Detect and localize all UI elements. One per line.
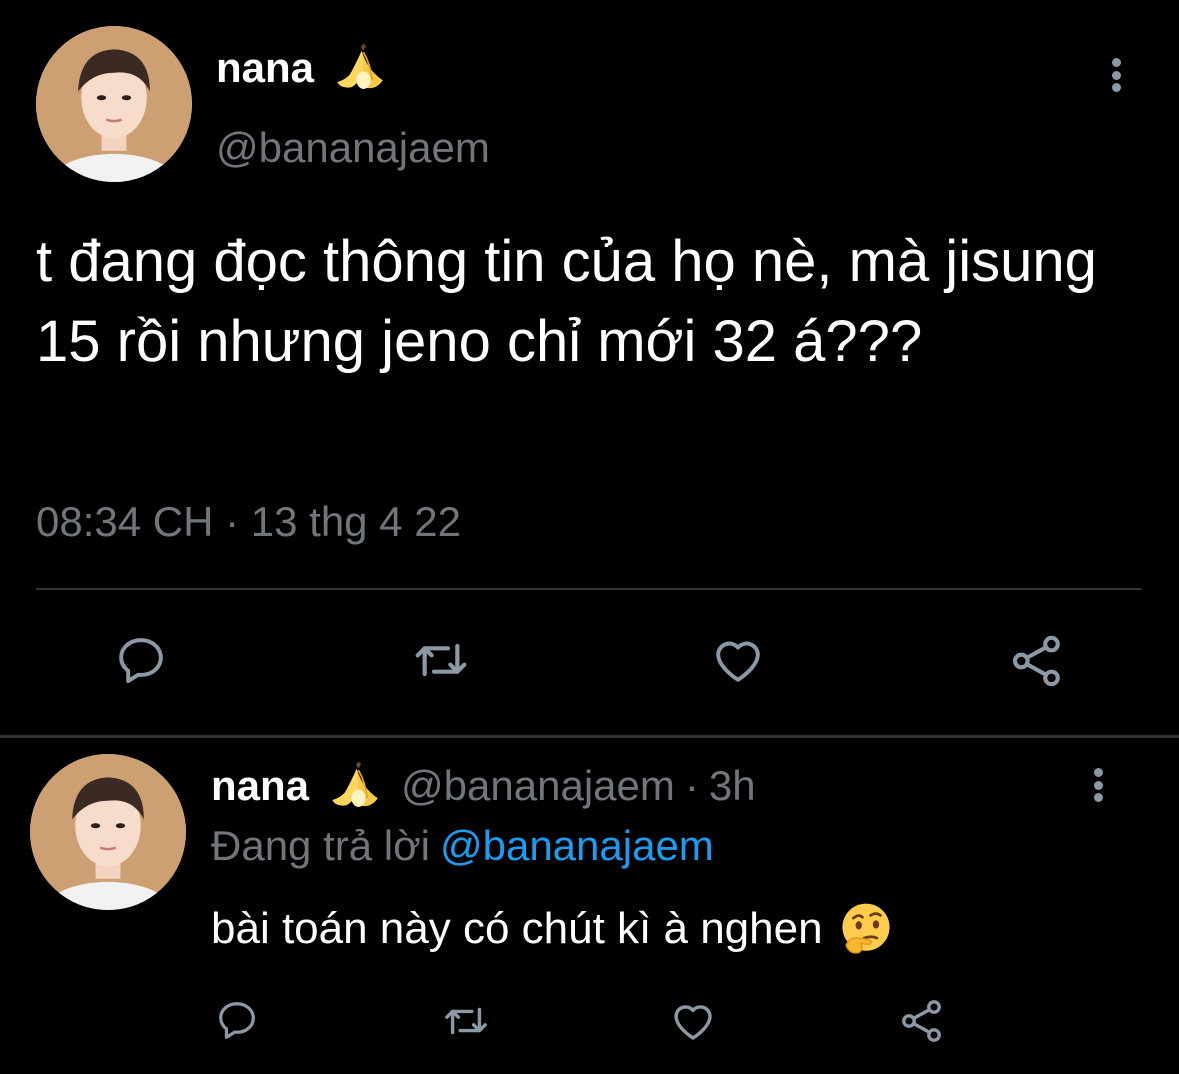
display-name[interactable]: nana bbox=[216, 44, 314, 92]
retweet-icon[interactable] bbox=[410, 632, 472, 688]
reply-text-row: bài toán này có chút kì à nghen bbox=[211, 900, 895, 958]
divider bbox=[0, 735, 1179, 738]
separator-dot: · bbox=[684, 762, 699, 809]
author-name-row: nana bbox=[216, 40, 388, 96]
banana-emoji-icon bbox=[332, 40, 388, 96]
avatar-photo bbox=[36, 26, 192, 182]
share-icon[interactable] bbox=[898, 996, 946, 1046]
retweet-icon[interactable] bbox=[440, 998, 492, 1044]
relative-time[interactable]: 3h bbox=[709, 762, 756, 810]
display-name[interactable]: nana bbox=[211, 762, 309, 810]
replying-label: Đang trả lời bbox=[211, 822, 430, 869]
reply-header: nana @bananajaem · 3h bbox=[211, 758, 756, 814]
tweet-thread-page: nana @bananajaem t đang đọc thông tin củ… bbox=[0, 0, 1179, 1074]
like-icon[interactable] bbox=[708, 632, 768, 688]
more-options-icon[interactable] bbox=[1092, 768, 1104, 802]
reply-icon[interactable] bbox=[214, 997, 260, 1043]
tweet-timestamp[interactable]: 08:34 CH · 13 thg 4 22 bbox=[36, 498, 461, 546]
reply-text: bài toán này có chút kì à nghen bbox=[211, 904, 823, 953]
reply-icon[interactable] bbox=[113, 632, 169, 688]
author-handle[interactable]: @bananajaem bbox=[216, 124, 490, 172]
more-options-icon[interactable] bbox=[1110, 58, 1122, 92]
like-icon[interactable] bbox=[668, 997, 718, 1045]
share-icon[interactable] bbox=[1008, 632, 1066, 690]
replying-to: Đang trả lời @bananajaem bbox=[211, 822, 714, 870]
thinking-face-emoji-icon bbox=[837, 900, 895, 958]
avatar-photo bbox=[30, 754, 186, 910]
author-handle[interactable]: @bananajaem bbox=[401, 762, 675, 810]
tweet-text: t đang đọc thông tin của họ nè, mà jisun… bbox=[36, 229, 1097, 374]
divider bbox=[36, 588, 1142, 590]
main-tweet: nana @bananajaem t đang đọc thông tin củ… bbox=[0, 0, 1179, 735]
mention-link[interactable]: @bananajaem bbox=[440, 822, 714, 869]
avatar[interactable] bbox=[30, 754, 186, 910]
banana-emoji-icon bbox=[327, 758, 383, 814]
avatar[interactable] bbox=[36, 26, 192, 182]
